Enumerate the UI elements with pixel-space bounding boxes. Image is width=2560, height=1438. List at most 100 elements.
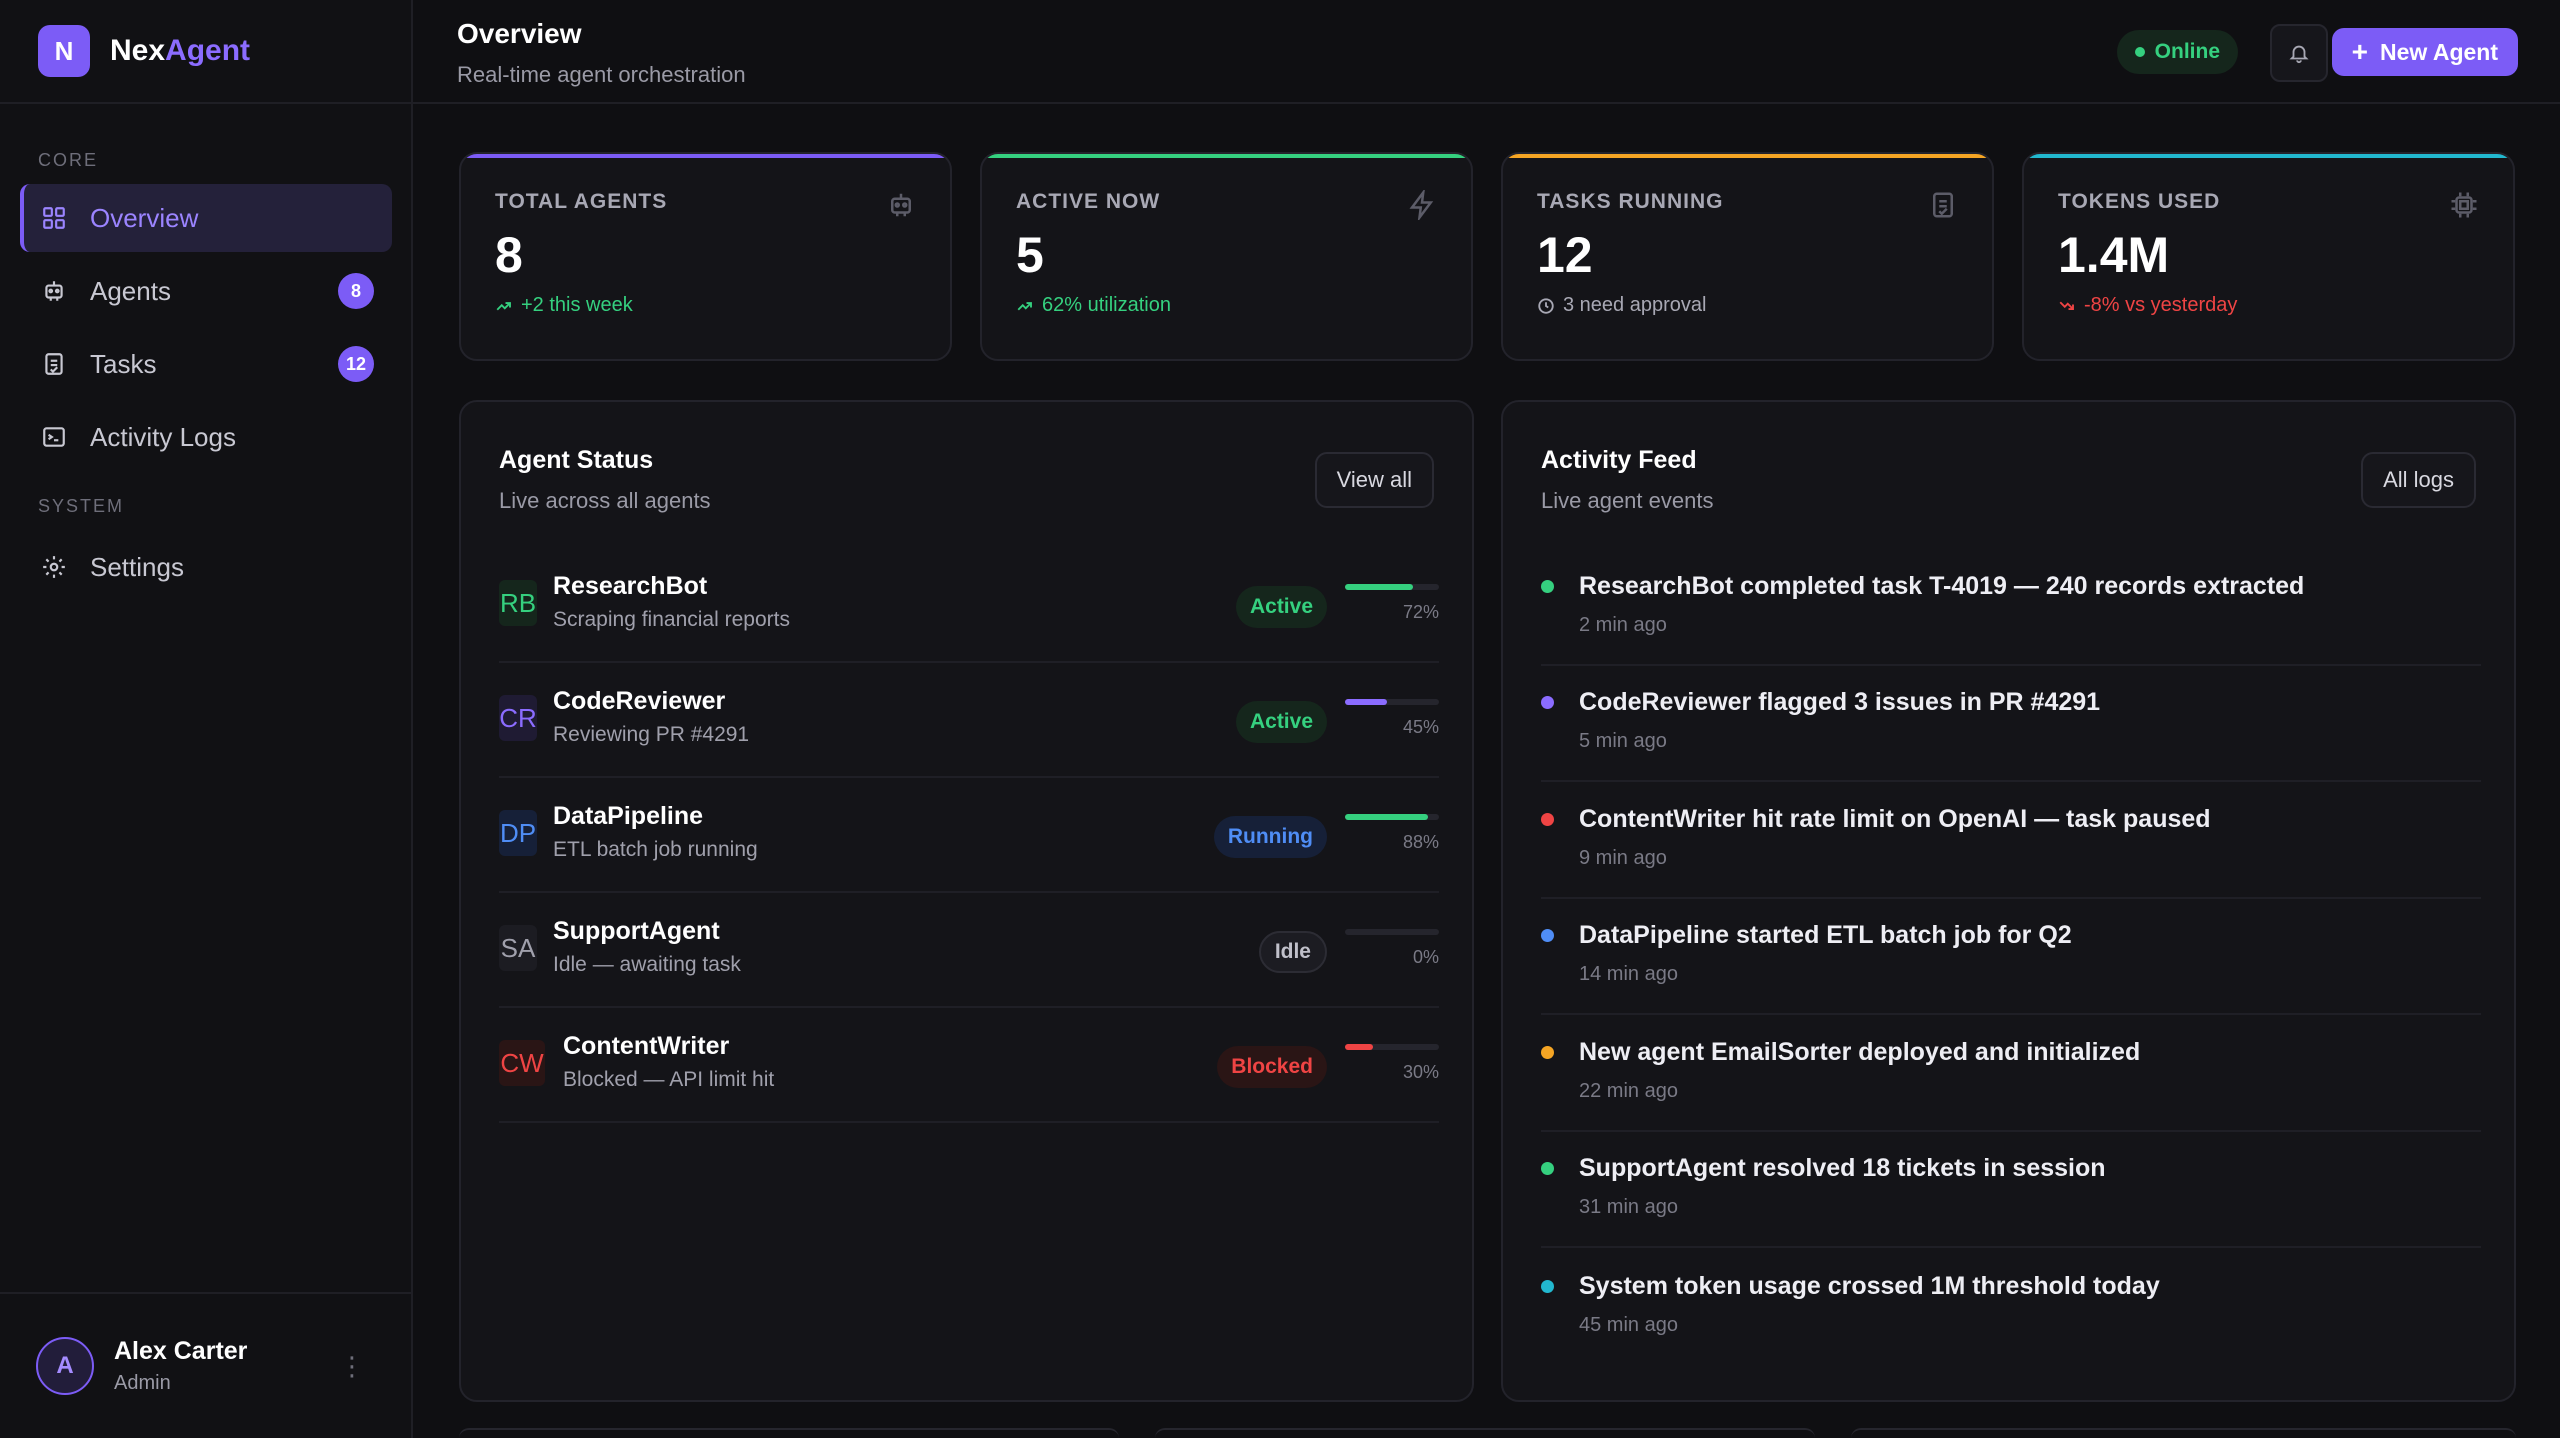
agent-name: ContentWriter: [563, 1032, 730, 1060]
agent-desc: Scraping financial reports: [553, 608, 790, 631]
view-all-button[interactable]: View all: [1314, 452, 1434, 508]
stat-delta: 3 need approval: [1537, 294, 1958, 317]
new-agent-button[interactable]: + New Agent: [2331, 28, 2518, 76]
stat-value: 5: [1016, 227, 1044, 283]
trend-down-icon: [2059, 301, 2074, 310]
stat-value: 8: [495, 227, 523, 283]
bell-icon: [2289, 45, 2309, 64]
agent-initials: RB: [499, 580, 537, 626]
feed-text: SupportAgent resolved 18 tickets in sess…: [1579, 1154, 2106, 1182]
brand-name: NexAgent: [110, 34, 250, 68]
agent-name: DataPipeline: [553, 802, 704, 830]
sidebar-item-label: Agents: [90, 275, 171, 306]
page-subtitle: Real-time agent orchestration: [457, 62, 746, 87]
agent-progress-pct: 0%: [1412, 947, 1439, 967]
more-vertical-icon[interactable]: ⋮: [339, 1351, 365, 1382]
stat-label: TOKENS USED: [2058, 190, 2221, 213]
feed-item[interactable]: CodeReviewer flagged 3 issues in PR #429…: [1541, 666, 2481, 782]
sidebar-item-tasks[interactable]: Tasks 12: [20, 330, 392, 398]
agent-initials: DP: [499, 810, 537, 856]
avatar: A: [36, 1337, 94, 1395]
grid-icon: [40, 204, 68, 232]
agent-name: ResearchBot: [553, 572, 708, 600]
agent-desc: Blocked — API limit hit: [563, 1068, 775, 1091]
agent-desc: Idle — awaiting task: [553, 953, 741, 976]
robot-icon: [891, 193, 911, 217]
stat-card-active-now: ACTIVE NOW 5 62% utilization: [980, 152, 1473, 361]
feed-time: 45 min ago: [1579, 1314, 1678, 1336]
topbar: Overview Real-time agent orchestration O…: [413, 0, 2560, 104]
feed-time: 5 min ago: [1579, 730, 1667, 752]
status-dot-icon: [1541, 580, 1554, 593]
feed-time: 2 min ago: [1579, 614, 1667, 636]
plus-icon: +: [2351, 36, 2368, 67]
brand-name-a: Nex: [110, 34, 166, 67]
sidebar-item-label: Overview: [90, 202, 199, 233]
agent-name: CodeReviewer: [553, 687, 726, 715]
feed-time: 31 min ago: [1579, 1196, 1678, 1218]
notifications-button[interactable]: [2270, 24, 2328, 82]
clipboard-icon: [40, 350, 68, 378]
feed-item[interactable]: System token usage crossed 1M threshold …: [1541, 1250, 2481, 1366]
brand[interactable]: N NexAgent: [0, 0, 411, 104]
agent-desc: ETL batch job running: [553, 838, 758, 861]
stat-delta-text: 62% utilization: [1042, 294, 1171, 316]
sidebar-item-overview[interactable]: Overview: [20, 184, 392, 252]
stat-value: 1.4M: [2058, 227, 2170, 283]
sidebar-item-activity-logs[interactable]: Activity Logs: [20, 403, 392, 471]
trend-up-icon: [496, 301, 511, 310]
bottom-card-edge: [1155, 1428, 1815, 1438]
agent-status-panel: Agent Status Live across all agents View…: [459, 400, 1474, 1402]
user-name: Alex Carter: [114, 1337, 248, 1365]
status-dot-icon: [2134, 47, 2145, 57]
chip-icon: [2451, 192, 2477, 218]
feed-item[interactable]: ContentWriter hit rate limit on OpenAI —…: [1541, 783, 2481, 899]
sidebar-item-agents[interactable]: Agents 8: [20, 257, 392, 325]
status-badge: Running: [1213, 816, 1327, 858]
user-profile[interactable]: A Alex Carter Admin ⋮: [0, 1292, 411, 1438]
feed-time: 9 min ago: [1579, 847, 1667, 869]
agent-progress-fill: [1345, 584, 1413, 590]
agent-row[interactable]: DP DataPipeline ETL batch job running Ru…: [499, 778, 1439, 893]
feed-text: New agent EmailSorter deployed and initi…: [1579, 1038, 2141, 1066]
agent-row[interactable]: RB ResearchBot Scraping financial report…: [499, 548, 1439, 663]
clock-icon: [1538, 297, 1554, 314]
agent-progress-track: [1345, 1044, 1439, 1050]
stat-accent-bar: [461, 154, 950, 158]
feed-text: System token usage crossed 1M threshold …: [1579, 1272, 2160, 1300]
agent-progress-track: [1345, 699, 1439, 705]
sidebar-item-settings[interactable]: Settings: [20, 533, 392, 601]
status-dot-icon: [1541, 1162, 1554, 1175]
feed-item[interactable]: New agent EmailSorter deployed and initi…: [1541, 1016, 2481, 1132]
agent-progress-pct: 88%: [1402, 832, 1439, 852]
feed-item[interactable]: SupportAgent resolved 18 tickets in sess…: [1541, 1132, 2481, 1248]
brand-logo: N: [38, 25, 90, 77]
user-info: Alex Carter Admin: [114, 1337, 247, 1395]
stat-delta: -8% vs yesterday: [2058, 294, 2479, 317]
stat-label: TOTAL AGENTS: [495, 190, 668, 213]
feed-item[interactable]: DataPipeline started ETL batch job for Q…: [1541, 899, 2481, 1015]
activity-feed-panel: Activity Feed Live agent events All logs…: [1501, 400, 2516, 1402]
agent-row[interactable]: CW ContentWriter Blocked — API limit hit…: [499, 1008, 1439, 1123]
stat-card-tokens-used: TOKENS USED 1.4M -8% vs yesterday: [2022, 152, 2515, 361]
agent-row[interactable]: CR CodeReviewer Reviewing PR #4291 Activ…: [499, 663, 1439, 778]
feed-text: DataPipeline started ETL batch job for Q…: [1579, 921, 2072, 949]
nav-section-core: CORE: [38, 150, 99, 170]
status-badge: Active: [1235, 586, 1327, 628]
stat-delta-text: 3 need approval: [1563, 294, 1707, 316]
trend-up-icon: [1017, 301, 1032, 310]
stat-value: 12: [1537, 227, 1593, 283]
agent-initials: CR: [499, 695, 537, 741]
feed-text: ResearchBot completed task T-4019 — 240 …: [1579, 572, 2305, 600]
stat-accent-bar: [2024, 154, 2513, 158]
agent-progress-track: [1345, 929, 1439, 935]
agent-row[interactable]: SA SupportAgent Idle — awaiting task Idl…: [499, 893, 1439, 1008]
feed-item[interactable]: ResearchBot completed task T-4019 — 240 …: [1541, 550, 2481, 666]
agent-initials: CW: [499, 1040, 545, 1086]
agents-count-badge: 8: [338, 273, 374, 309]
stat-delta: 62% utilization: [1016, 294, 1437, 317]
brand-name-b: Agent: [165, 34, 251, 67]
status-dot-icon: [1541, 1046, 1554, 1059]
all-logs-button[interactable]: All logs: [2361, 452, 2476, 508]
feed-text: ContentWriter hit rate limit on OpenAI —…: [1579, 805, 2211, 833]
